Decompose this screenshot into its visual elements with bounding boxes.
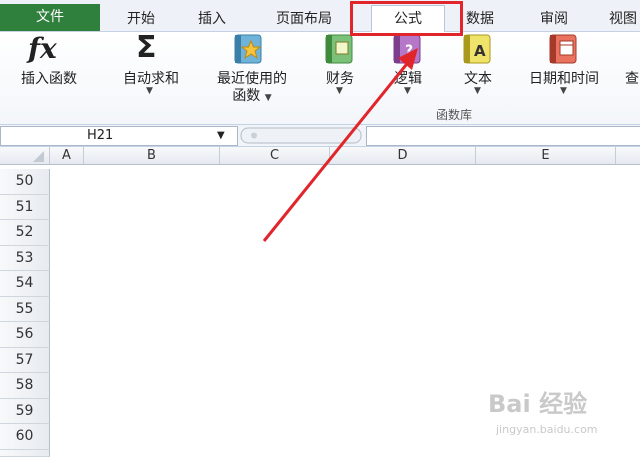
baidu-watermark: Bai 经验 xyxy=(488,390,588,418)
baidu-watermark-url: jingyan.baidu.com xyxy=(496,423,598,436)
